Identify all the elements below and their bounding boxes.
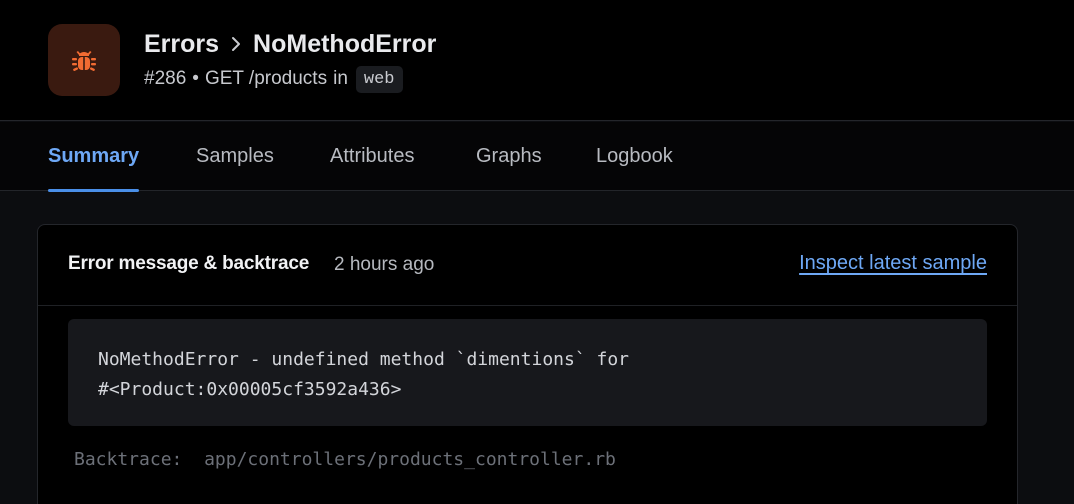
card-title: Error message & backtrace [68, 253, 310, 274]
timestamp: 2 hours ago [334, 254, 435, 275]
incident-meta: #286 • GET /products in web [144, 64, 403, 94]
action-name: GET /products [204, 68, 328, 89]
bug-icon [48, 24, 120, 96]
tab-label: Summary [48, 145, 140, 167]
tab-label: Attributes [330, 145, 415, 167]
breadcrumb: Errors NoMethodError [144, 28, 436, 60]
tab-label: Samples [196, 145, 274, 167]
card-header: Error message & backtrace 2 hours ago In… [38, 225, 1017, 306]
error-message-line: NoMethodError - undefined method `diment… [98, 349, 630, 370]
inspect-latest-sample-link[interactable]: Inspect latest sample [799, 252, 987, 275]
namespace-badge: web [355, 65, 403, 93]
error-message-card: Error message & backtrace 2 hours ago In… [37, 224, 1018, 504]
page-header: Errors NoMethodError #286 • GET /product… [0, 0, 1074, 121]
page-title: NoMethodError [253, 29, 437, 58]
in-label: in [333, 68, 348, 89]
tab-label: Logbook [596, 145, 673, 167]
tab-logbook[interactable]: Logbook [596, 122, 673, 191]
tab-bar: Summary Samples Attributes Graphs Logboo… [0, 122, 1074, 192]
backtrace: Backtrace: app/controllers/products_cont… [74, 449, 616, 470]
tab-samples[interactable]: Samples [196, 122, 274, 191]
tab-summary[interactable]: Summary [48, 122, 140, 192]
incident-number: #286 [144, 68, 187, 89]
tab-attributes[interactable]: Attributes [330, 122, 414, 191]
active-tab-indicator [48, 189, 140, 192]
backtrace-line[interactable]: app/controllers/products_controller.rb [204, 449, 616, 470]
error-message-line: #<Product:0x00005cf3592a436> [98, 379, 402, 400]
error-message-block: NoMethodError - undefined method `diment… [68, 319, 987, 426]
backtrace-label: Backtrace: [74, 449, 183, 470]
tab-label: Graphs [476, 145, 542, 167]
separator: • [192, 68, 199, 89]
tab-graphs[interactable]: Graphs [476, 122, 542, 191]
breadcrumb-errors[interactable]: Errors [144, 30, 219, 59]
chevron-right-icon [229, 36, 243, 52]
